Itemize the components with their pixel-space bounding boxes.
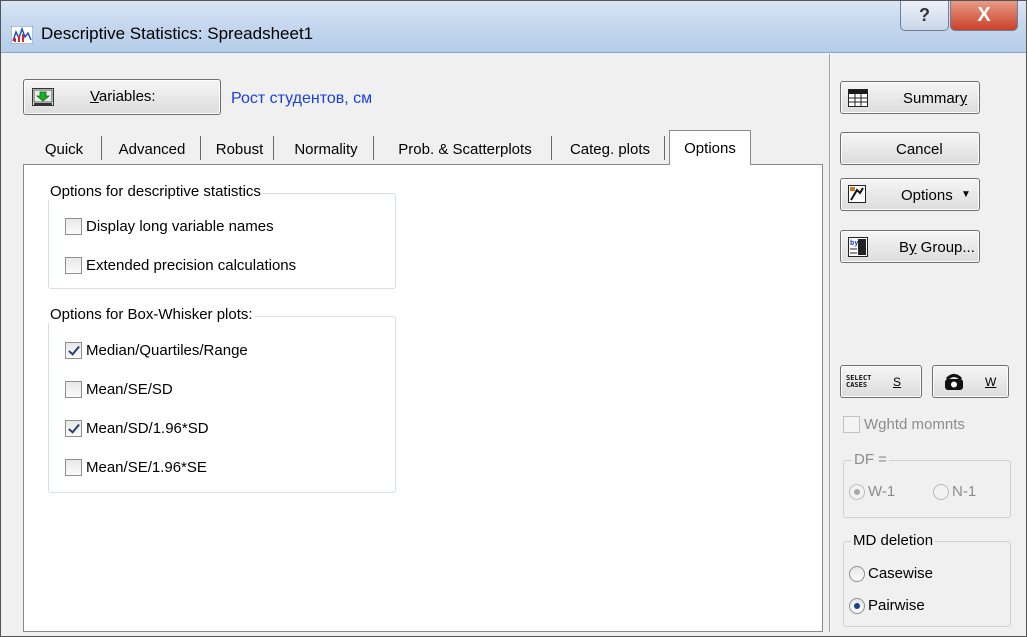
radio-label: Casewise xyxy=(868,565,934,582)
by-group-icon: by xyxy=(848,237,868,257)
wghtd-momnts-checkbox[interactable]: Wghtd momnts xyxy=(843,416,965,433)
title-bar[interactable]: Descriptive Statistics: Spreadsheet1 ? X xyxy=(1,1,1026,53)
tab-robust[interactable]: Robust xyxy=(206,134,273,164)
window-title: Descriptive Statistics: Spreadsheet1 xyxy=(41,24,314,43)
help-icon: ? xyxy=(919,5,930,25)
wghtd-label: Wghtd momnts xyxy=(864,416,965,433)
tab-label: Prob. & Scatterplots xyxy=(398,140,532,158)
checkbox-label: Mean/SD/1.96*SD xyxy=(86,420,209,437)
checkbox-extended-precision[interactable] xyxy=(65,257,82,274)
md-deletion-group xyxy=(843,541,1011,627)
chk-median-quartiles[interactable]: Median/Quartiles/Range xyxy=(65,342,248,359)
tab-normality[interactable]: Normality xyxy=(279,134,373,164)
casewise-radio[interactable]: Casewise xyxy=(849,565,933,582)
close-button[interactable]: X xyxy=(950,1,1018,31)
checkbox-mean-sd-196[interactable] xyxy=(65,420,82,437)
df-n1-radio[interactable]: N-1 xyxy=(933,483,976,500)
close-icon: X xyxy=(977,4,991,26)
summary-icon xyxy=(848,89,868,107)
dialog-window: Descriptive Statistics: Spreadsheet1 ? X… xyxy=(0,0,1027,637)
tab-separator xyxy=(551,136,552,160)
tab-separator xyxy=(664,136,665,160)
chk-mean-se-196[interactable]: Mean/SE/1.96*SE xyxy=(65,459,207,476)
variables-button[interactable]: Variables: xyxy=(23,79,221,115)
checkbox-wghtd[interactable] xyxy=(843,416,860,433)
checkbox-label: Mean/SE/1.96*SE xyxy=(86,459,207,476)
radio-n1[interactable] xyxy=(933,483,949,500)
checkbox-median-quartiles[interactable] xyxy=(65,342,82,359)
checkbox-mean-se-196[interactable] xyxy=(65,459,82,476)
tab-label: Advanced xyxy=(118,140,186,158)
radio-label: Pairwise xyxy=(868,597,925,614)
weight-icon xyxy=(945,374,963,390)
tab-label: Options xyxy=(684,139,736,157)
radio-pairwise[interactable] xyxy=(849,597,865,614)
df-title: DF = xyxy=(852,451,889,468)
help-button[interactable]: ? xyxy=(900,1,949,31)
tab-separator xyxy=(373,136,374,160)
radio-label: N-1 xyxy=(952,483,977,500)
app-chart-icon xyxy=(11,26,33,44)
chk-mean-se-sd[interactable]: Mean/SE/SD xyxy=(65,381,173,398)
chk-long-names[interactable]: Display long variable names xyxy=(65,218,274,235)
checkbox-label: Mean/SE/SD xyxy=(86,381,173,398)
radio-w1[interactable] xyxy=(849,483,865,500)
pairwise-radio[interactable]: Pairwise xyxy=(849,597,925,614)
cancel-button[interactable]: Cancel xyxy=(840,132,980,165)
checkbox-label: Median/Quartiles/Range xyxy=(86,342,248,359)
tab-separator xyxy=(101,136,102,160)
options-label: Options xyxy=(901,187,953,204)
tab-label: Robust xyxy=(215,140,264,158)
tab-separator xyxy=(200,136,201,160)
svg-text:by: by xyxy=(850,239,859,247)
tab-label: Quick xyxy=(44,140,84,158)
by-group-label: By Group... xyxy=(899,239,975,256)
variables-label: Variables: xyxy=(90,88,156,105)
summary-button[interactable]: Summary xyxy=(840,81,980,114)
side-divider-highlight xyxy=(830,54,831,632)
tab-separator xyxy=(273,136,274,160)
descriptive-options-group xyxy=(48,193,396,289)
select-cases-key: S xyxy=(893,375,902,389)
selected-variable: Рост студентов, см xyxy=(231,90,373,107)
cancel-label: Cancel xyxy=(896,141,943,158)
tab-label: Normality xyxy=(294,140,358,158)
radio-casewise[interactable] xyxy=(849,565,865,582)
tab-prob-scatterplots[interactable]: Prob. & Scatterplots xyxy=(379,134,551,164)
select-cases-icon: SELECT CASES xyxy=(846,374,872,389)
chk-extended-precision[interactable]: Extended precision calculations xyxy=(65,257,296,274)
checkbox-label: Extended precision calculations xyxy=(86,257,297,274)
by-group-button[interactable]: by By Group... xyxy=(840,230,980,263)
checkbox-long-names[interactable] xyxy=(65,218,82,235)
tab-quick[interactable]: Quick xyxy=(27,134,101,164)
radio-label: W-1 xyxy=(868,483,896,500)
checkbox-mean-se-sd[interactable] xyxy=(65,381,82,398)
weight-button[interactable]: W xyxy=(932,365,1009,398)
tab-options[interactable]: Options xyxy=(669,130,751,165)
summary-label: Summary xyxy=(903,90,968,107)
options-button[interactable]: Options ▼ xyxy=(840,178,980,211)
df-w1-radio[interactable]: W-1 xyxy=(849,483,895,500)
tab-categ-plots[interactable]: Categ. plots xyxy=(556,134,664,164)
descriptive-options-title: Options for descriptive statistics xyxy=(48,183,263,200)
tab-label: Categ. plots xyxy=(569,140,651,158)
tab-advanced[interactable]: Advanced xyxy=(104,134,200,164)
chk-mean-sd-196[interactable]: Mean/SD/1.96*SD xyxy=(65,420,209,437)
options-icon xyxy=(848,185,866,203)
weight-key: W xyxy=(985,375,997,389)
checkbox-label: Display long variable names xyxy=(86,218,274,235)
dialog-client: Variables: Рост студентов, см Options fo… xyxy=(9,54,1020,632)
boxwhisker-options-title: Options for Box-Whisker plots: xyxy=(48,306,255,323)
select-cases-button[interactable]: SELECT CASES S xyxy=(840,365,922,398)
md-deletion-title: MD deletion xyxy=(851,532,936,549)
variables-icon xyxy=(32,88,54,106)
chevron-down-icon: ▼ xyxy=(961,189,971,200)
options-tab-panel: Options for descriptive statistics Displ… xyxy=(23,164,823,632)
